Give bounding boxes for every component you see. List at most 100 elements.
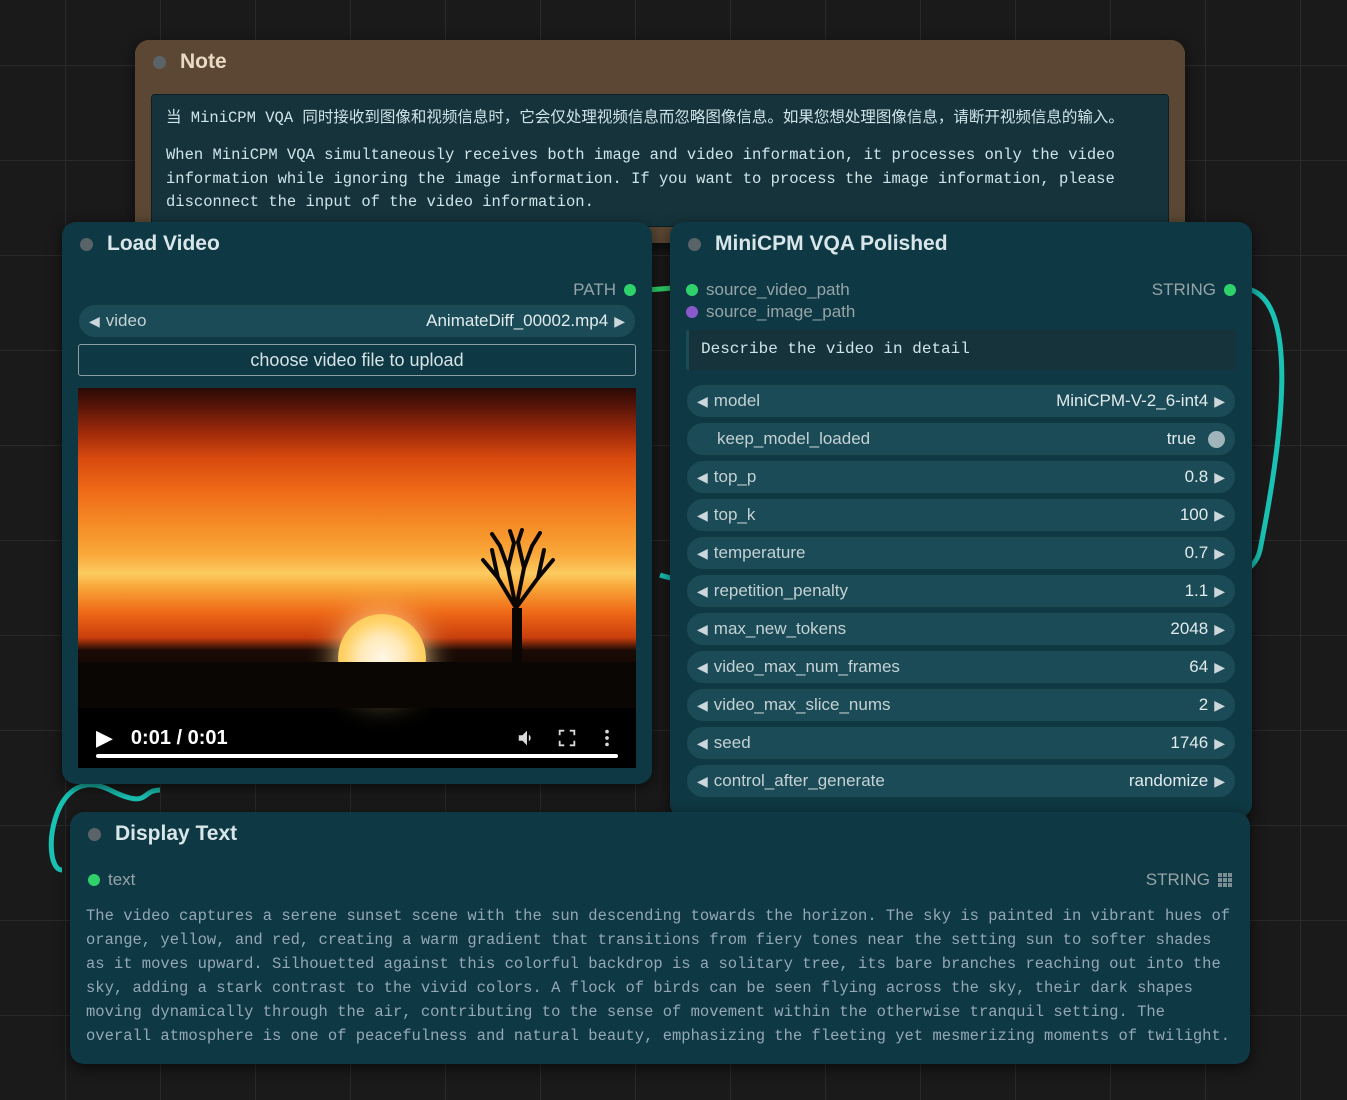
port-dot-icon[interactable]: [624, 284, 636, 296]
param-value: true: [1167, 429, 1196, 449]
arrow-left-icon[interactable]: ◀: [697, 507, 708, 524]
output-string-port[interactable]: STRING: [1152, 280, 1236, 300]
param-label: video_max_slice_nums: [714, 695, 891, 715]
seek-bar[interactable]: [96, 754, 618, 758]
param-label: keep_model_loaded: [717, 429, 870, 449]
param-label: video_max_num_frames: [714, 657, 900, 677]
arrow-left-icon[interactable]: ◀: [697, 583, 708, 600]
arrow-left-icon[interactable]: ◀: [697, 621, 708, 638]
param-model[interactable]: ◀ model MiniCPM-V-2_6-int4 ▶: [686, 384, 1236, 418]
arrow-right-icon[interactable]: ▶: [614, 313, 625, 330]
input-video-port[interactable]: source_video_path: [686, 280, 855, 300]
ground: [78, 662, 636, 708]
play-icon[interactable]: ▶: [96, 725, 113, 751]
param-value: 0.7: [1185, 543, 1209, 563]
video-select-label: video: [106, 311, 147, 331]
param-label: repetition_penalty: [714, 581, 848, 601]
arrow-right-icon[interactable]: ▶: [1214, 545, 1225, 562]
port-dot-icon[interactable]: [1224, 284, 1236, 296]
param-label: model: [714, 391, 760, 411]
param-seed[interactable]: ◀seed1746▶: [686, 726, 1236, 760]
output-string-port[interactable]: STRING: [1146, 870, 1232, 890]
display-text-body: The video captures a serene sunset scene…: [86, 904, 1234, 1048]
video-select[interactable]: ◀ video AnimateDiff_00002.mp4 ▶: [78, 304, 636, 338]
param-video-max-slice-nums[interactable]: ◀ video_max_slice_nums 2 ▶: [686, 688, 1236, 722]
input-image-label: source_image_path: [706, 302, 855, 322]
video-preview[interactable]: ▶ 0:01 / 0:01: [78, 388, 636, 768]
note-text-cn: 当 MiniCPM VQA 同时接收到图像和视频信息时，它会仅处理视频信息而忽略…: [166, 107, 1154, 130]
video-controls: ▶ 0:01 / 0:01: [78, 708, 636, 768]
arrow-left-icon[interactable]: ◀: [697, 469, 708, 486]
vqa-node[interactable]: MiniCPM VQA Polished source_video_path s…: [670, 222, 1252, 818]
choose-file-button[interactable]: choose video file to upload: [78, 344, 636, 376]
display-text-node[interactable]: Display Text text STRING The video captu…: [70, 812, 1250, 1064]
param-value: randomize: [1129, 771, 1208, 791]
collapse-dot-icon[interactable]: [153, 56, 166, 69]
arrow-right-icon[interactable]: ▶: [1214, 621, 1225, 638]
arrow-left-icon[interactable]: ◀: [697, 393, 708, 410]
load-video-header[interactable]: Load Video: [62, 222, 652, 266]
arrow-left-icon[interactable]: ◀: [697, 697, 708, 714]
param-label: temperature: [714, 543, 806, 563]
param-keep-model-loaded[interactable]: keep_model_loaded true: [686, 422, 1236, 456]
display-text-title: Display Text: [115, 822, 237, 846]
arrow-left-icon[interactable]: ◀: [89, 313, 100, 330]
param-value: MiniCPM-V-2_6-int4: [1056, 391, 1208, 411]
input-text-port[interactable]: text: [88, 870, 135, 890]
param-value: 64: [1189, 657, 1208, 677]
param-control-after-generate[interactable]: ◀ control_after_generate randomize ▶: [686, 764, 1236, 798]
params-list: ◀ model MiniCPM-V-2_6-int4 ▶ keep_model_load…: [686, 384, 1236, 798]
param-repetition-penalty[interactable]: ◀ repetition_penalty 1.1 ▶: [686, 574, 1236, 608]
arrow-left-icon[interactable]: ◀: [697, 735, 708, 752]
toggle-icon[interactable]: [1208, 431, 1225, 448]
arrow-right-icon[interactable]: ▶: [1214, 393, 1225, 410]
load-video-title: Load Video: [107, 232, 220, 256]
note-body[interactable]: 当 MiniCPM VQA 同时接收到图像和视频信息时，它会仅处理视频信息而忽略…: [151, 94, 1169, 227]
prompt-input[interactable]: Describe the video in detail: [686, 330, 1236, 370]
arrow-right-icon[interactable]: ▶: [1214, 583, 1225, 600]
fullscreen-icon[interactable]: [556, 727, 578, 749]
video-select-value: AnimateDiff_00002.mp4: [426, 311, 608, 331]
param-value: 1.1: [1185, 581, 1209, 601]
port-dot-icon[interactable]: [88, 874, 100, 886]
more-icon[interactable]: [596, 727, 618, 749]
param-top-p[interactable]: ◀top_p0.8▶: [686, 460, 1236, 494]
note-title: Note: [180, 50, 227, 74]
param-label: control_after_generate: [714, 771, 885, 791]
param-video-max-num-frames[interactable]: ◀ video_max_num_frames 64 ▶: [686, 650, 1236, 684]
collapse-dot-icon[interactable]: [88, 828, 101, 841]
port-dot-icon[interactable]: [686, 306, 698, 318]
arrow-right-icon[interactable]: ▶: [1214, 469, 1225, 486]
note-node[interactable]: Note 当 MiniCPM VQA 同时接收到图像和视频信息时，它会仅处理视频…: [135, 40, 1185, 243]
param-max-new-tokens[interactable]: ◀max_new_tokens2048▶: [686, 612, 1236, 646]
arrow-right-icon[interactable]: ▶: [1214, 735, 1225, 752]
output-path-port[interactable]: PATH: [78, 280, 636, 300]
note-header[interactable]: Note: [135, 40, 1185, 84]
output-string-label: STRING: [1146, 870, 1210, 890]
param-top-k[interactable]: ◀top_k100▶: [686, 498, 1236, 532]
arrow-left-icon[interactable]: ◀: [697, 545, 708, 562]
volume-icon[interactable]: [516, 727, 538, 749]
arrow-right-icon[interactable]: ▶: [1214, 659, 1225, 676]
arrow-left-icon[interactable]: ◀: [697, 773, 708, 790]
param-temperature[interactable]: ◀ temperature 0.7 ▶: [686, 536, 1236, 570]
input-image-port[interactable]: source_image_path: [686, 302, 855, 322]
video-time: 0:01 / 0:01: [131, 727, 228, 750]
grid-icon[interactable]: [1218, 873, 1232, 887]
param-label: seed: [714, 733, 751, 753]
vqa-header[interactable]: MiniCPM VQA Polished: [670, 222, 1252, 266]
port-dot-icon[interactable]: [686, 284, 698, 296]
param-value: 2: [1199, 695, 1208, 715]
param-value: 0.8: [1185, 467, 1209, 487]
collapse-dot-icon[interactable]: [80, 238, 93, 251]
load-video-node[interactable]: Load Video PATH ◀ video AnimateDiff_0000…: [62, 222, 652, 784]
arrow-right-icon[interactable]: ▶: [1214, 773, 1225, 790]
arrow-right-icon[interactable]: ▶: [1214, 507, 1225, 524]
display-text-header[interactable]: Display Text: [70, 812, 1250, 856]
param-value: 2048: [1170, 619, 1208, 639]
vqa-title: MiniCPM VQA Polished: [715, 232, 948, 256]
arrow-left-icon[interactable]: ◀: [697, 659, 708, 676]
arrow-right-icon[interactable]: ▶: [1214, 697, 1225, 714]
collapse-dot-icon[interactable]: [688, 238, 701, 251]
note-text-en: When MiniCPM VQA simultaneously receives…: [166, 144, 1154, 214]
